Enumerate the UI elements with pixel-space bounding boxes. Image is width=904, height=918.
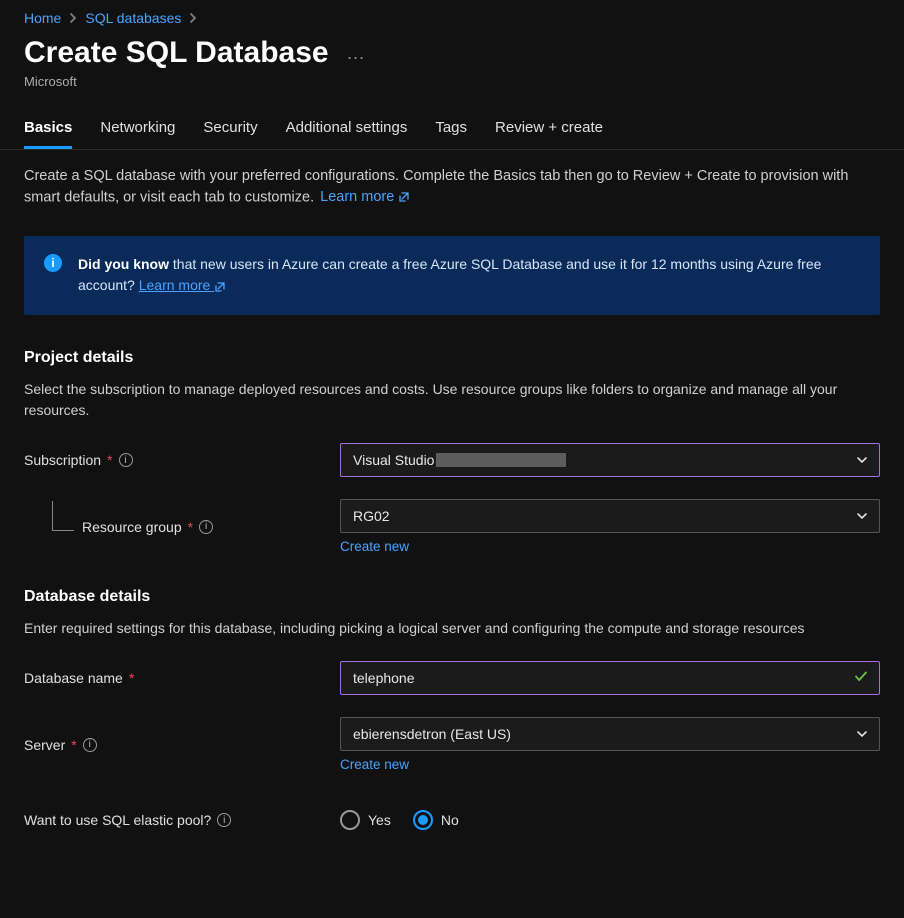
radio-label: Yes [368,812,391,828]
server-value: ebierensdetron (East US) [353,726,511,742]
chevron-down-icon [855,453,869,467]
project-details-heading: Project details [24,349,880,367]
elastic-pool-label: Want to use SQL elastic pool? i [24,812,340,828]
info-banner: i Did you know that new users in Azure c… [24,236,880,315]
required-indicator: * [71,737,76,753]
more-actions-button[interactable]: ⋯ [346,48,364,69]
info-icon[interactable]: i [83,738,97,752]
database-name-label: Database name * [24,670,340,686]
subscription-select[interactable]: Visual Studio [340,443,880,477]
required-indicator: * [107,452,112,468]
external-link-icon [398,187,410,208]
subscription-value: Visual Studio [353,452,434,468]
checkmark-icon [853,669,869,688]
tab-review-create[interactable]: Review + create [495,119,603,149]
subscription-label: Subscription * i [24,452,340,468]
create-new-server-link[interactable]: Create new [340,757,409,772]
tab-tags[interactable]: Tags [435,119,467,149]
create-new-rg-link[interactable]: Create new [340,539,409,554]
info-banner-lead: Did you know [78,256,169,272]
chevron-right-icon [69,13,77,23]
required-indicator: * [188,519,193,535]
server-label: Server * i [24,737,340,753]
redacted-text [436,453,566,467]
tab-additional-settings[interactable]: Additional settings [286,119,408,149]
radio-label: No [441,812,459,828]
resource-group-label: Resource group * i [24,519,340,535]
radio-icon [413,810,433,830]
learn-more-link[interactable]: Learn more [320,189,410,205]
publisher-label: Microsoft [0,74,904,107]
server-select[interactable]: ebierensdetron (East US) [340,717,880,751]
elastic-pool-no[interactable]: No [413,810,459,830]
database-name-input-wrapper [340,661,880,695]
page-heading: Create SQL Database ⋯ [0,32,904,74]
info-icon[interactable]: i [217,813,231,827]
resource-group-value: RG02 [353,508,390,524]
intro-text: Create a SQL database with your preferre… [24,166,880,208]
chevron-right-icon [189,13,197,23]
external-link-icon [214,276,226,297]
info-icon[interactable]: i [199,520,213,534]
info-banner-learn-more[interactable]: Learn more [139,277,226,293]
radio-icon [340,810,360,830]
chevron-down-icon [855,727,869,741]
breadcrumb-home[interactable]: Home [24,10,61,26]
tabs: Basics Networking Security Additional se… [0,107,904,150]
page-title: Create SQL Database [24,36,329,70]
tab-basics[interactable]: Basics [24,119,72,149]
required-indicator: * [129,670,134,686]
chevron-down-icon [855,509,869,523]
breadcrumb: Home SQL databases [0,0,904,32]
elastic-pool-radio-group: Yes No [340,810,880,830]
tab-security[interactable]: Security [203,119,257,149]
database-details-desc: Enter required settings for this databas… [24,618,880,639]
tab-networking[interactable]: Networking [100,119,175,149]
breadcrumb-sql-databases[interactable]: SQL databases [85,10,181,26]
elastic-pool-yes[interactable]: Yes [340,810,391,830]
database-name-input[interactable] [353,670,845,686]
database-details-heading: Database details [24,588,880,606]
resource-group-select[interactable]: RG02 [340,499,880,533]
info-icon: i [44,254,62,272]
tree-connector [52,501,74,531]
info-icon[interactable]: i [119,453,133,467]
project-details-desc: Select the subscription to manage deploy… [24,379,880,421]
